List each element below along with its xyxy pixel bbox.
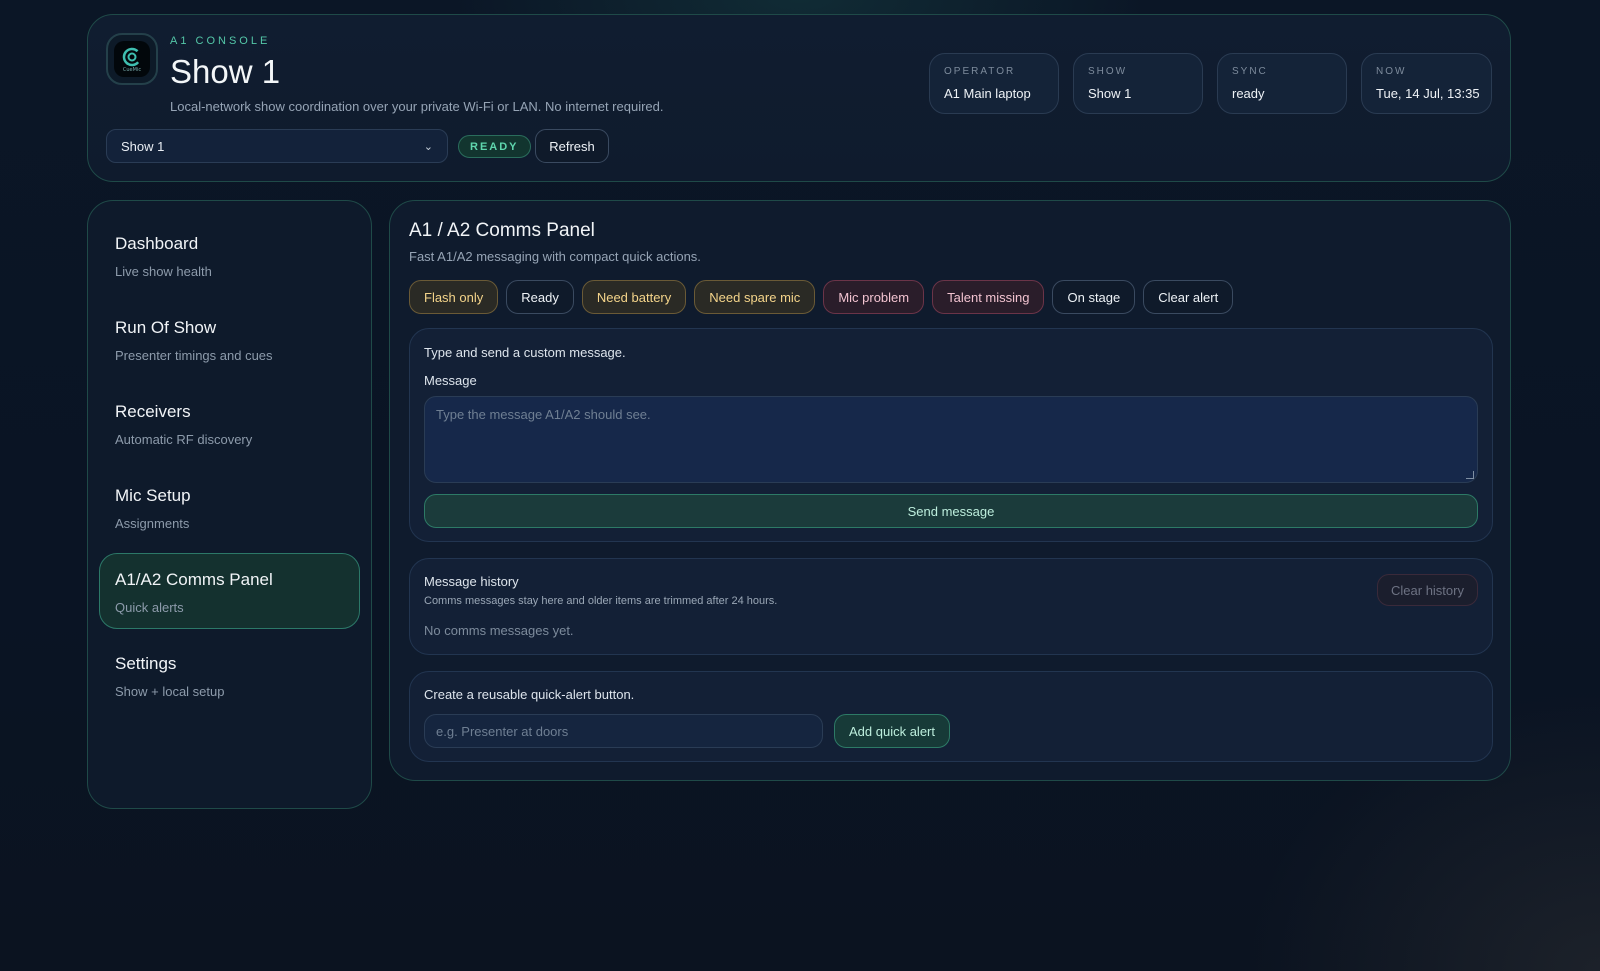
stat-value: Tue, 14 Jul, 13:35	[1376, 86, 1480, 101]
sidebar-item-receivers[interactable]: Receivers Automatic RF discovery	[99, 385, 360, 461]
sidebar-item-title: Dashboard	[115, 234, 199, 253]
page-title: Show 1	[170, 53, 281, 90]
history-note: Comms messages stay here and older items…	[424, 595, 778, 607]
message-field-label: Message	[424, 373, 477, 388]
sidebar-item-title: Settings	[115, 654, 177, 673]
status-badge: READY	[458, 135, 531, 158]
stat-label: SHOW	[1088, 66, 1128, 77]
stat-label: NOW	[1376, 66, 1407, 77]
clear-history-button[interactable]: Clear history	[1377, 574, 1478, 606]
refresh-button[interactable]: Refresh	[535, 129, 609, 163]
compose-intro: Type and send a custom message.	[424, 345, 626, 360]
chevron-down-icon: ⌄	[423, 140, 433, 153]
sidebar-item-run-of-show[interactable]: Run Of Show Presenter timings and cues	[99, 301, 360, 377]
sidebar-item-subtitle: Quick alerts	[115, 600, 184, 615]
history-title: Message history	[424, 574, 519, 589]
quick-action-clear-alert[interactable]: Clear alert	[1143, 280, 1234, 314]
sidebar-item-title: A1/A2 Comms Panel	[115, 570, 273, 589]
resize-grip-icon[interactable]	[1466, 471, 1474, 479]
stat-value: Show 1	[1088, 86, 1132, 101]
page-subtitle: Local-network show coordination over you…	[170, 99, 664, 114]
stat-now: NOW Tue, 14 Jul, 13:35	[1361, 53, 1492, 114]
quick-action-flash-only[interactable]: Flash only	[409, 280, 499, 314]
sidebar-item-title: Mic Setup	[115, 486, 191, 505]
quick-action-ready[interactable]: Ready	[506, 280, 574, 314]
stat-label: OPERATOR	[944, 66, 1016, 77]
history-card: Message history Comms messages stay here…	[409, 558, 1493, 655]
svg-text:CueMic: CueMic	[123, 67, 141, 73]
quick-alert-placeholder: e.g. Presenter at doors	[436, 723, 569, 739]
show-select-value: Show 1	[121, 138, 165, 154]
comms-panel: A1 / A2 Comms Panel Fast A1/A2 messaging…	[389, 200, 1511, 781]
stat-sync: SYNC ready	[1217, 53, 1347, 114]
quick-action-talent-missing[interactable]: Talent missing	[932, 280, 1045, 314]
quick-action-need-spare-mic[interactable]: Need spare mic	[694, 280, 816, 314]
stat-label: SYNC	[1232, 66, 1268, 77]
quick-action-need-battery[interactable]: Need battery	[581, 280, 687, 314]
sidebar-item-settings[interactable]: Settings Show + local setup	[99, 637, 360, 713]
sidebar-item-comms-panel[interactable]: A1/A2 Comms Panel Quick alerts	[99, 553, 360, 629]
compose-card: Type and send a custom message. Message …	[409, 328, 1493, 542]
message-textarea[interactable]: Type the message A1/A2 should see.	[424, 396, 1478, 483]
sidebar-nav: Dashboard Live show health Run Of Show P…	[87, 200, 372, 809]
sidebar-item-subtitle: Presenter timings and cues	[115, 348, 273, 363]
console-eyebrow: A1 CONSOLE	[170, 35, 271, 47]
cueline-logo-icon: CueMic	[114, 41, 150, 77]
quick-action-on-stage[interactable]: On stage	[1052, 280, 1136, 314]
stat-operator: OPERATOR A1 Main laptop	[929, 53, 1059, 114]
stat-value: A1 Main laptop	[944, 86, 1031, 101]
quick-action-mic-problem[interactable]: Mic problem	[823, 280, 925, 314]
panel-title: A1 / A2 Comms Panel	[409, 220, 595, 241]
message-placeholder: Type the message A1/A2 should see.	[436, 407, 651, 422]
quick-alert-intro: Create a reusable quick-alert button.	[424, 687, 635, 702]
quick-alert-card: Create a reusable quick-alert button. e.…	[409, 671, 1493, 762]
quick-alert-input[interactable]: e.g. Presenter at doors	[424, 714, 823, 748]
sidebar-item-title: Receivers	[115, 402, 191, 421]
panel-subtitle: Fast A1/A2 messaging with compact quick …	[409, 249, 701, 264]
sidebar-item-subtitle: Assignments	[115, 516, 190, 531]
history-empty: No comms messages yet.	[424, 623, 574, 638]
stat-show: SHOW Show 1	[1073, 53, 1203, 114]
sidebar-item-mic-setup[interactable]: Mic Setup Assignments	[99, 469, 360, 545]
send-message-button[interactable]: Send message	[424, 494, 1478, 528]
show-select[interactable]: Show 1 ⌄	[106, 129, 448, 163]
sidebar-item-title: Run Of Show	[115, 318, 217, 337]
sidebar-item-subtitle: Live show health	[115, 264, 212, 279]
stat-value: ready	[1232, 86, 1265, 101]
sidebar-item-subtitle: Automatic RF discovery	[115, 432, 253, 447]
header-bar: CueMic A1 CONSOLE Show 1 Local-network s…	[87, 14, 1511, 182]
quick-actions: Flash only Ready Need battery Need spare…	[409, 280, 1234, 314]
app-logo: CueMic	[106, 33, 158, 85]
add-quick-alert-button[interactable]: Add quick alert	[834, 714, 950, 748]
sidebar-item-subtitle: Show + local setup	[115, 684, 225, 699]
sidebar-item-dashboard[interactable]: Dashboard Live show health	[99, 217, 360, 293]
